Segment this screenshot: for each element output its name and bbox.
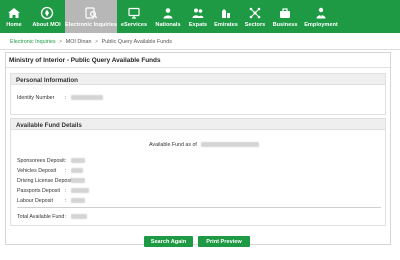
total-divider: [17, 207, 381, 208]
emirates-icon: [222, 9, 230, 18]
electronic-inquiries-icon: [85, 7, 98, 19]
passports-deposit-value-redacted: [71, 188, 89, 193]
print-preview-button[interactable]: Print Preview: [198, 236, 250, 247]
driving-license-deposit-row: Driving License Deposit :: [17, 178, 73, 184]
nav-item-label: Business: [272, 22, 298, 28]
total-available-fund-row: Total Available Fund :: [17, 214, 67, 220]
labour-deposit-row: Labour Deposit :: [17, 198, 66, 204]
nav-item-about-moi[interactable]: About MOI: [28, 0, 65, 33]
breadcrumb: Electronic Inquiries > MOI Dinan > Publi…: [10, 39, 172, 45]
business-icon: [280, 8, 290, 18]
breadcrumb-separator: >: [94, 39, 99, 45]
colon: :: [65, 214, 67, 220]
sectors-icon: [249, 7, 261, 19]
colon: :: [65, 95, 67, 101]
total-available-fund-value-redacted: [71, 214, 87, 219]
passports-deposit-row: Passports Deposit :: [17, 188, 66, 194]
available-fund-as-of-label: Available Fund as of: [149, 142, 197, 148]
nav-item-expats[interactable]: Expats: [185, 0, 211, 33]
nav-item-label: Electronic Inquiries: [65, 22, 117, 28]
nav-item-label: Emirates: [214, 22, 238, 28]
total-available-fund-label: Total Available Fund: [17, 214, 65, 220]
nav-item-home[interactable]: Home: [0, 0, 28, 33]
title-divider: [6, 67, 390, 68]
main-nav: Home About MOI Electronic Inquiries eSer…: [0, 0, 400, 33]
breadcrumb-divider: [0, 49, 400, 50]
nav-item-label: eServices: [120, 22, 148, 28]
search-again-button[interactable]: Search Again: [144, 236, 193, 247]
nav-item-sectors[interactable]: Sectors: [241, 0, 269, 33]
identity-number-label: Identity Number: [17, 95, 55, 101]
nav-item-label: Sectors: [244, 22, 266, 28]
nav-item-employment[interactable]: Employment: [301, 0, 341, 33]
breadcrumb-link-electronic-inquiries[interactable]: Electronic Inquiries: [10, 39, 56, 45]
section-heading: Personal Information: [11, 74, 385, 85]
section-heading: Available Fund Details: [11, 119, 385, 130]
colon: :: [65, 188, 67, 194]
breadcrumb-item-moi-dinan[interactable]: MOI Dinan: [66, 39, 92, 45]
vehicles-deposit-row: Vehicles Deposit :: [17, 168, 66, 174]
sponsorees-deposit-row: Sponsorees Deposit :: [17, 158, 67, 164]
nav-item-label: Employment: [304, 22, 338, 28]
passports-deposit-label: Passports Deposit: [17, 188, 60, 194]
employment-icon: [316, 7, 326, 19]
moi-emblem-icon: [40, 6, 53, 20]
nav-item-eservices[interactable]: eServices: [117, 0, 151, 33]
expats-icon: [192, 8, 204, 18]
sponsorees-deposit-value-redacted: [71, 158, 85, 163]
nav-item-label: Home: [6, 22, 22, 28]
vehicles-deposit-label: Vehicles Deposit: [17, 168, 57, 174]
colon: :: [65, 168, 67, 174]
available-fund-details-section: Available Fund Details Available Fund as…: [10, 118, 386, 226]
page-title: Ministry of Interior - Public Query Avai…: [9, 57, 161, 64]
identity-number-row: Identity Number :: [17, 95, 66, 101]
nationals-icon: [163, 8, 173, 19]
home-icon: [8, 8, 20, 18]
nav-item-label: Expats: [188, 22, 208, 28]
driving-license-deposit-value-redacted: [71, 178, 85, 183]
nav-item-label: About MOI: [32, 22, 61, 28]
nav-item-emirates[interactable]: Emirates: [211, 0, 241, 33]
sponsorees-deposit-label: Sponsorees Deposit: [17, 158, 65, 164]
colon: :: [65, 158, 67, 164]
labour-deposit-label: Labour Deposit: [17, 198, 53, 204]
breadcrumb-separator: >: [59, 39, 63, 45]
nav-item-label: Nationals: [155, 22, 181, 28]
eservices-icon: [128, 7, 140, 19]
nav-item-nationals[interactable]: Nationals: [151, 0, 185, 33]
nav-item-electronic-inquiries[interactable]: Electronic Inquiries: [65, 0, 117, 33]
colon: :: [65, 198, 67, 204]
vehicles-deposit-value-redacted: [71, 168, 83, 173]
query-panel: Ministry of Interior - Public Query Avai…: [5, 52, 391, 245]
identity-number-value-redacted: [71, 95, 103, 100]
colon: :: [65, 178, 67, 184]
available-fund-date-redacted: [201, 142, 259, 147]
personal-information-section: Personal Information Identity Number :: [10, 73, 386, 115]
nav-item-business[interactable]: Business: [269, 0, 301, 33]
breadcrumb-current-page: Public Query Available Funds: [101, 39, 172, 45]
labour-deposit-value-redacted: [71, 198, 85, 203]
